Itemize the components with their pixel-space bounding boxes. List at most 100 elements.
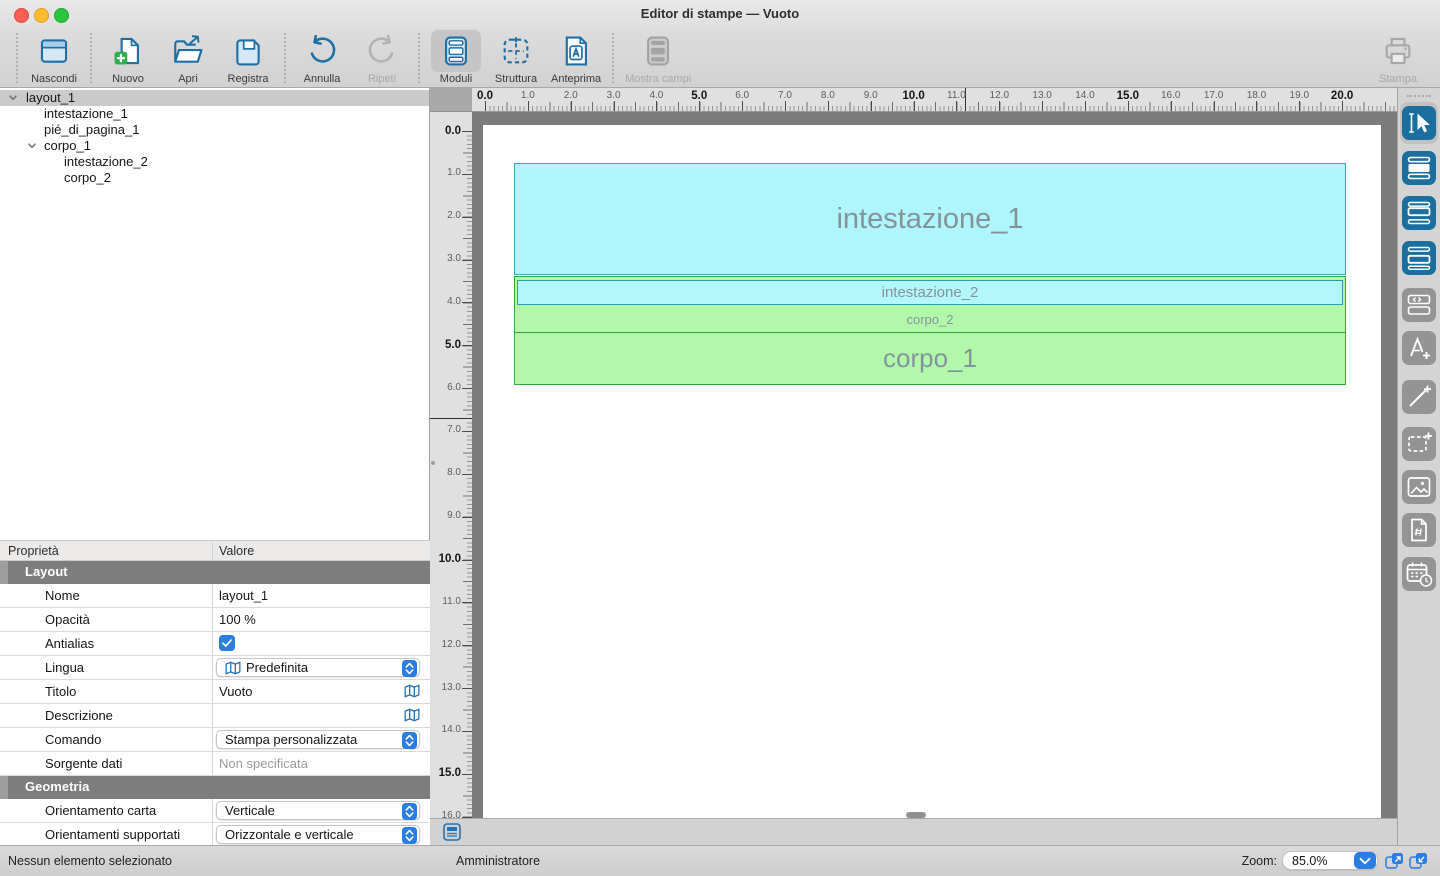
property-row-opacita[interactable]: Opacità100 % xyxy=(0,608,430,632)
toolbar-button-ripeti: Ripeti xyxy=(352,29,412,85)
toolbar-button-label: Apri xyxy=(178,73,198,85)
column-divider xyxy=(212,799,213,822)
toolbar-button-registra[interactable]: Registra xyxy=(218,29,278,85)
page-number-button xyxy=(1402,513,1436,547)
map-icon xyxy=(225,661,241,675)
dropdown-value: Verticale xyxy=(225,803,419,818)
ruler-label: 1.0 xyxy=(521,90,535,101)
tools-panel-handle[interactable] xyxy=(1407,95,1431,97)
ruler-major-tick xyxy=(462,388,472,389)
zoom-select[interactable]: 85.0% xyxy=(1282,851,1378,870)
band-intestazione-2-label: intestazione_2 xyxy=(882,284,979,301)
ruler-major-tick xyxy=(914,101,915,111)
property-row-orientamento-carta[interactable]: Orientamento carta Verticale xyxy=(0,799,430,823)
toolbar-button-label: Moduli xyxy=(440,73,472,85)
ruler-major-tick xyxy=(1085,101,1086,111)
section-gutter xyxy=(0,776,8,799)
column-divider xyxy=(212,541,213,560)
annulla-icon xyxy=(305,34,339,68)
ruler-label: 3.0 xyxy=(607,90,621,101)
cursor-tool-button[interactable] xyxy=(1402,106,1436,140)
toolbar-button-label: Anteprima xyxy=(551,73,601,85)
column-divider xyxy=(212,680,213,703)
tree-item-corpo-1[interactable]: corpo_1 xyxy=(0,138,429,154)
lingua-dropdown[interactable]: Predefinita xyxy=(216,658,420,677)
column-divider xyxy=(212,704,213,727)
band-corpo-2[interactable]: corpo_2 xyxy=(515,306,1345,333)
chevron-down-icon[interactable] xyxy=(27,141,37,151)
band-header-button[interactable] xyxy=(1402,196,1436,230)
stampa-icon xyxy=(1381,34,1415,68)
property-row-comando[interactable]: ComandoStampa personalizzata xyxy=(0,728,430,752)
toolbar-button-struttura[interactable]: Struttura xyxy=(486,29,546,85)
orientamento-carta-dropdown[interactable]: Verticale xyxy=(216,801,420,820)
user-role-text: Amministratore xyxy=(456,854,540,868)
add-line-icon xyxy=(1402,380,1436,414)
tree-item-corpo-2[interactable]: corpo_2 xyxy=(0,170,429,186)
property-row-lingua[interactable]: LinguaPredefinita xyxy=(0,656,430,680)
comando-dropdown[interactable]: Stampa personalizzata xyxy=(216,730,420,749)
tools-panel xyxy=(1397,88,1440,845)
zoom-reduce-icon[interactable] xyxy=(1409,852,1428,869)
toolbar-button-anteprima[interactable]: Anteprima xyxy=(546,29,606,85)
zoom-expand-icon[interactable] xyxy=(1385,852,1404,869)
tree-item-label: corpo_1 xyxy=(44,138,91,154)
ruler-label: 14.0 xyxy=(442,724,461,735)
ruler-major-tick xyxy=(462,431,472,432)
selection-status-text: Nessun elemento selezionato xyxy=(8,854,172,868)
band-body-button[interactable] xyxy=(1402,151,1436,185)
property-row-antialias[interactable]: Antialias xyxy=(0,632,430,656)
tree-item-intestazione-2[interactable]: intestazione_2 xyxy=(0,154,429,170)
band-intestazione-1[interactable]: intestazione_1 xyxy=(514,163,1346,275)
band-footer-button[interactable] xyxy=(1402,241,1436,275)
tree-item-intestazione-1[interactable]: intestazione_1 xyxy=(0,106,429,122)
property-label: Orientamento carta xyxy=(45,803,156,818)
property-row-descrizione[interactable]: Descrizione xyxy=(0,704,430,728)
toolbar-button-nuovo[interactable]: Nuovo xyxy=(98,29,158,85)
tree-item-layout-1[interactable]: layout_1 xyxy=(0,90,429,106)
orientamenti-supportati-dropdown[interactable]: Orizzontale e verticale xyxy=(216,825,420,844)
toolbar-button-moduli[interactable]: Moduli xyxy=(426,29,486,85)
ruler-label: 9.0 xyxy=(447,510,461,521)
dropdown-value: Stampa personalizzata xyxy=(225,732,419,747)
tree-item-pie-di-pagina-1[interactable]: pié_di_pagina_1 xyxy=(0,122,429,138)
toolbar-button-annulla[interactable]: Annulla xyxy=(292,29,352,85)
property-row-nome[interactable]: Nomelayout_1 xyxy=(0,584,430,608)
toolbar-button-label: Struttura xyxy=(495,73,537,85)
column-divider xyxy=(212,584,213,607)
ruler-major-tick xyxy=(785,101,786,111)
ruler-label: 12.0 xyxy=(990,90,1009,101)
tree-item-label: pié_di_pagina_1 xyxy=(44,122,139,138)
ruler-major-tick xyxy=(462,345,472,346)
toolbar-button-apri[interactable]: Apri xyxy=(158,29,218,85)
ruler-label: 7.0 xyxy=(778,90,792,101)
chevron-down-icon[interactable] xyxy=(8,93,18,103)
column-divider xyxy=(212,608,213,631)
ruler-major-tick xyxy=(462,560,472,561)
property-row-titolo[interactable]: TitoloVuoto xyxy=(0,680,430,704)
property-section-geometria[interactable]: Geometria xyxy=(0,776,430,799)
section-title: Layout xyxy=(25,564,68,579)
band-intestazione-2[interactable]: intestazione_2 xyxy=(517,280,1343,305)
ruler-label: 10.0 xyxy=(439,553,461,565)
popup-stepper-icon xyxy=(402,803,417,820)
moduli-icon xyxy=(439,34,473,68)
ruler-label: 16.0 xyxy=(1161,90,1180,101)
band-corpo-1[interactable]: intestazione_2 corpo_2 corpo_1 xyxy=(514,276,1346,385)
band-body-icon xyxy=(1402,151,1436,185)
property-row-sorgente-dati[interactable]: Sorgente datiNon specificata xyxy=(0,752,430,776)
property-value: Vuoto xyxy=(219,684,253,699)
toolbar-button-nascondi[interactable]: Nascondi xyxy=(24,29,84,85)
chevron-down-icon xyxy=(1354,852,1376,869)
ruler-major-tick xyxy=(1214,101,1215,111)
antialias-checkbox[interactable] xyxy=(219,635,235,651)
ruler-major-tick xyxy=(462,645,472,646)
ruler-major-tick xyxy=(1256,101,1257,111)
ruler-label: 11.0 xyxy=(947,90,966,101)
band-view-icon[interactable] xyxy=(443,823,461,841)
toolbar-separator xyxy=(418,33,420,83)
property-row-orientamenti-supportati[interactable]: Orientamenti supportatiOrizzontale e ver… xyxy=(0,823,430,845)
panel-resize-handle[interactable] xyxy=(431,461,435,465)
toolbar-separator xyxy=(284,33,286,83)
property-section-layout[interactable]: Layout xyxy=(0,561,430,584)
